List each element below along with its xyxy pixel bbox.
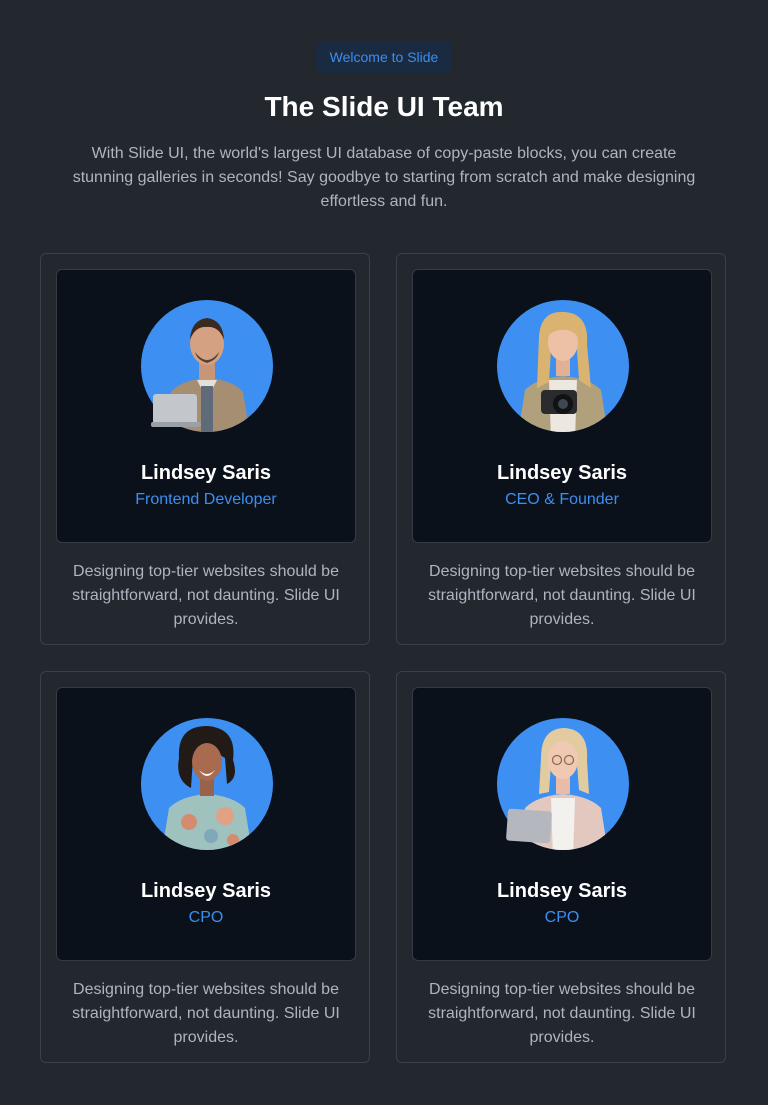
- member-name: Lindsey Saris: [496, 462, 628, 484]
- member-role: CPO: [544, 909, 580, 926]
- woman-with-tablet-avatar: [497, 718, 629, 850]
- team-card: Lindsey Saris CPO Designing top-tier web…: [40, 671, 370, 1063]
- team-card: Lindsey Saris Frontend Developer Designi…: [40, 253, 370, 645]
- member-role: CPO: [188, 909, 224, 926]
- member-name: Lindsey Saris: [496, 880, 628, 902]
- team-section: Welcome to Slide The Slide UI Team With …: [0, 0, 768, 1105]
- member-role: Frontend Developer: [135, 491, 277, 508]
- member-role: CEO & Founder: [505, 491, 619, 508]
- member-name: Lindsey Saris: [140, 880, 272, 902]
- member-description: Designing top-tier websites should be st…: [428, 981, 696, 1046]
- team-card-profile: Lindsey Saris Frontend Developer: [56, 269, 356, 543]
- team-card: Lindsey Saris CEO & Founder Designing to…: [396, 253, 726, 645]
- man-with-laptop-avatar: [141, 300, 273, 432]
- member-description: Designing top-tier websites should be st…: [72, 563, 340, 628]
- intro-text: With Slide UI, the world's largest UI da…: [72, 145, 696, 210]
- member-name: Lindsey Saris: [140, 462, 272, 484]
- page-title: The Slide UI Team: [264, 91, 504, 122]
- woman-with-camera-avatar: [497, 300, 629, 432]
- welcome-badge: Welcome to Slide: [316, 41, 452, 73]
- team-card: Lindsey Saris CPO Designing top-tier web…: [396, 671, 726, 1063]
- woman-curly-hair-avatar: [141, 718, 273, 850]
- team-card-profile: Lindsey Saris CEO & Founder: [412, 269, 712, 543]
- member-description: Designing top-tier websites should be st…: [72, 981, 340, 1046]
- member-description: Designing top-tier websites should be st…: [428, 563, 696, 628]
- team-card-profile: Lindsey Saris CPO: [56, 687, 356, 961]
- team-card-profile: Lindsey Saris CPO: [412, 687, 712, 961]
